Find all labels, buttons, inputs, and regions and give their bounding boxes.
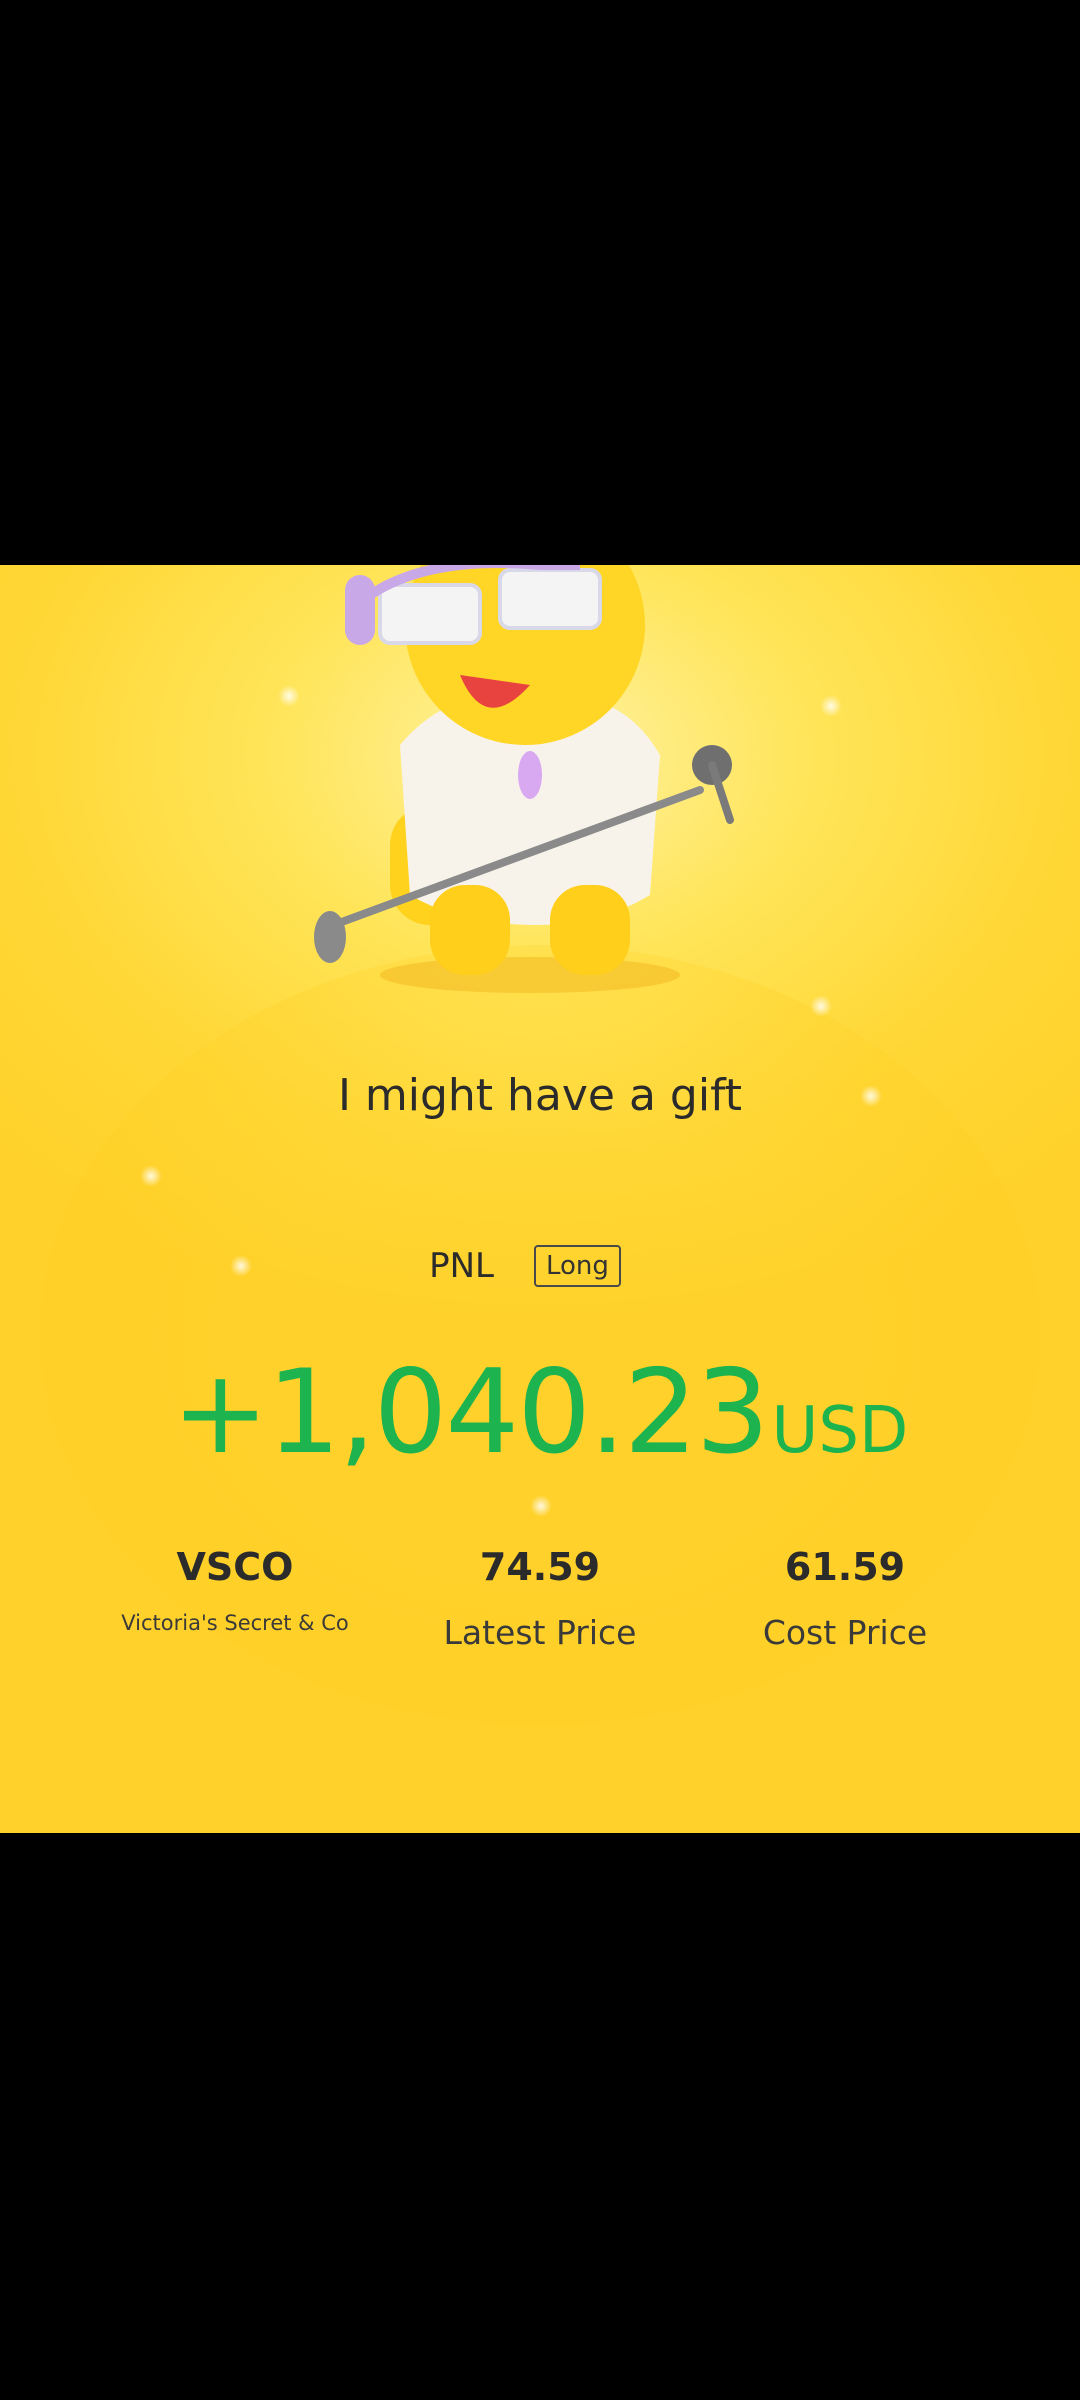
ticker-symbol: VSCO: [176, 1545, 294, 1589]
stat-latest-price: 74.59 Latest Price: [380, 1545, 700, 1652]
pnl-currency: USD: [771, 1394, 909, 1468]
pnl-share-card: I might have a gift PNL Long +1,040.23US…: [0, 565, 1080, 1833]
latest-price-value: 74.59: [479, 1545, 601, 1589]
letterbox-bottom: [0, 1833, 1080, 2400]
tiger-mascot-icon: [314, 565, 734, 993]
latest-price-label: Latest Price: [443, 1613, 637, 1652]
pnl-value: +1,040.23USD: [0, 1345, 1080, 1480]
sparkle: [140, 1165, 162, 1187]
pnl-row: PNL Long: [0, 1245, 1080, 1287]
gift-headline: I might have a gift: [337, 1070, 743, 1121]
sparkle: [810, 995, 832, 1017]
sparkle: [530, 1495, 552, 1517]
stat-ticker: VSCO Victoria's Secret & Co: [75, 1545, 395, 1635]
cost-price-label: Cost Price: [762, 1613, 928, 1652]
sparkle: [278, 685, 300, 707]
letterbox-top: [0, 0, 1080, 565]
company-name: Victoria's Secret & Co: [121, 1611, 349, 1635]
cost-price-value: 61.59: [784, 1545, 906, 1589]
stats-row: VSCO Victoria's Secret & Co 74.59 Latest…: [0, 1545, 1080, 1705]
pnl-label: PNL: [429, 1246, 494, 1286]
sparkle: [820, 695, 842, 717]
stat-cost-price: 61.59 Cost Price: [685, 1545, 1005, 1652]
position-type-badge: Long: [533, 1245, 621, 1287]
pnl-amount: +1,040.23: [171, 1345, 770, 1480]
